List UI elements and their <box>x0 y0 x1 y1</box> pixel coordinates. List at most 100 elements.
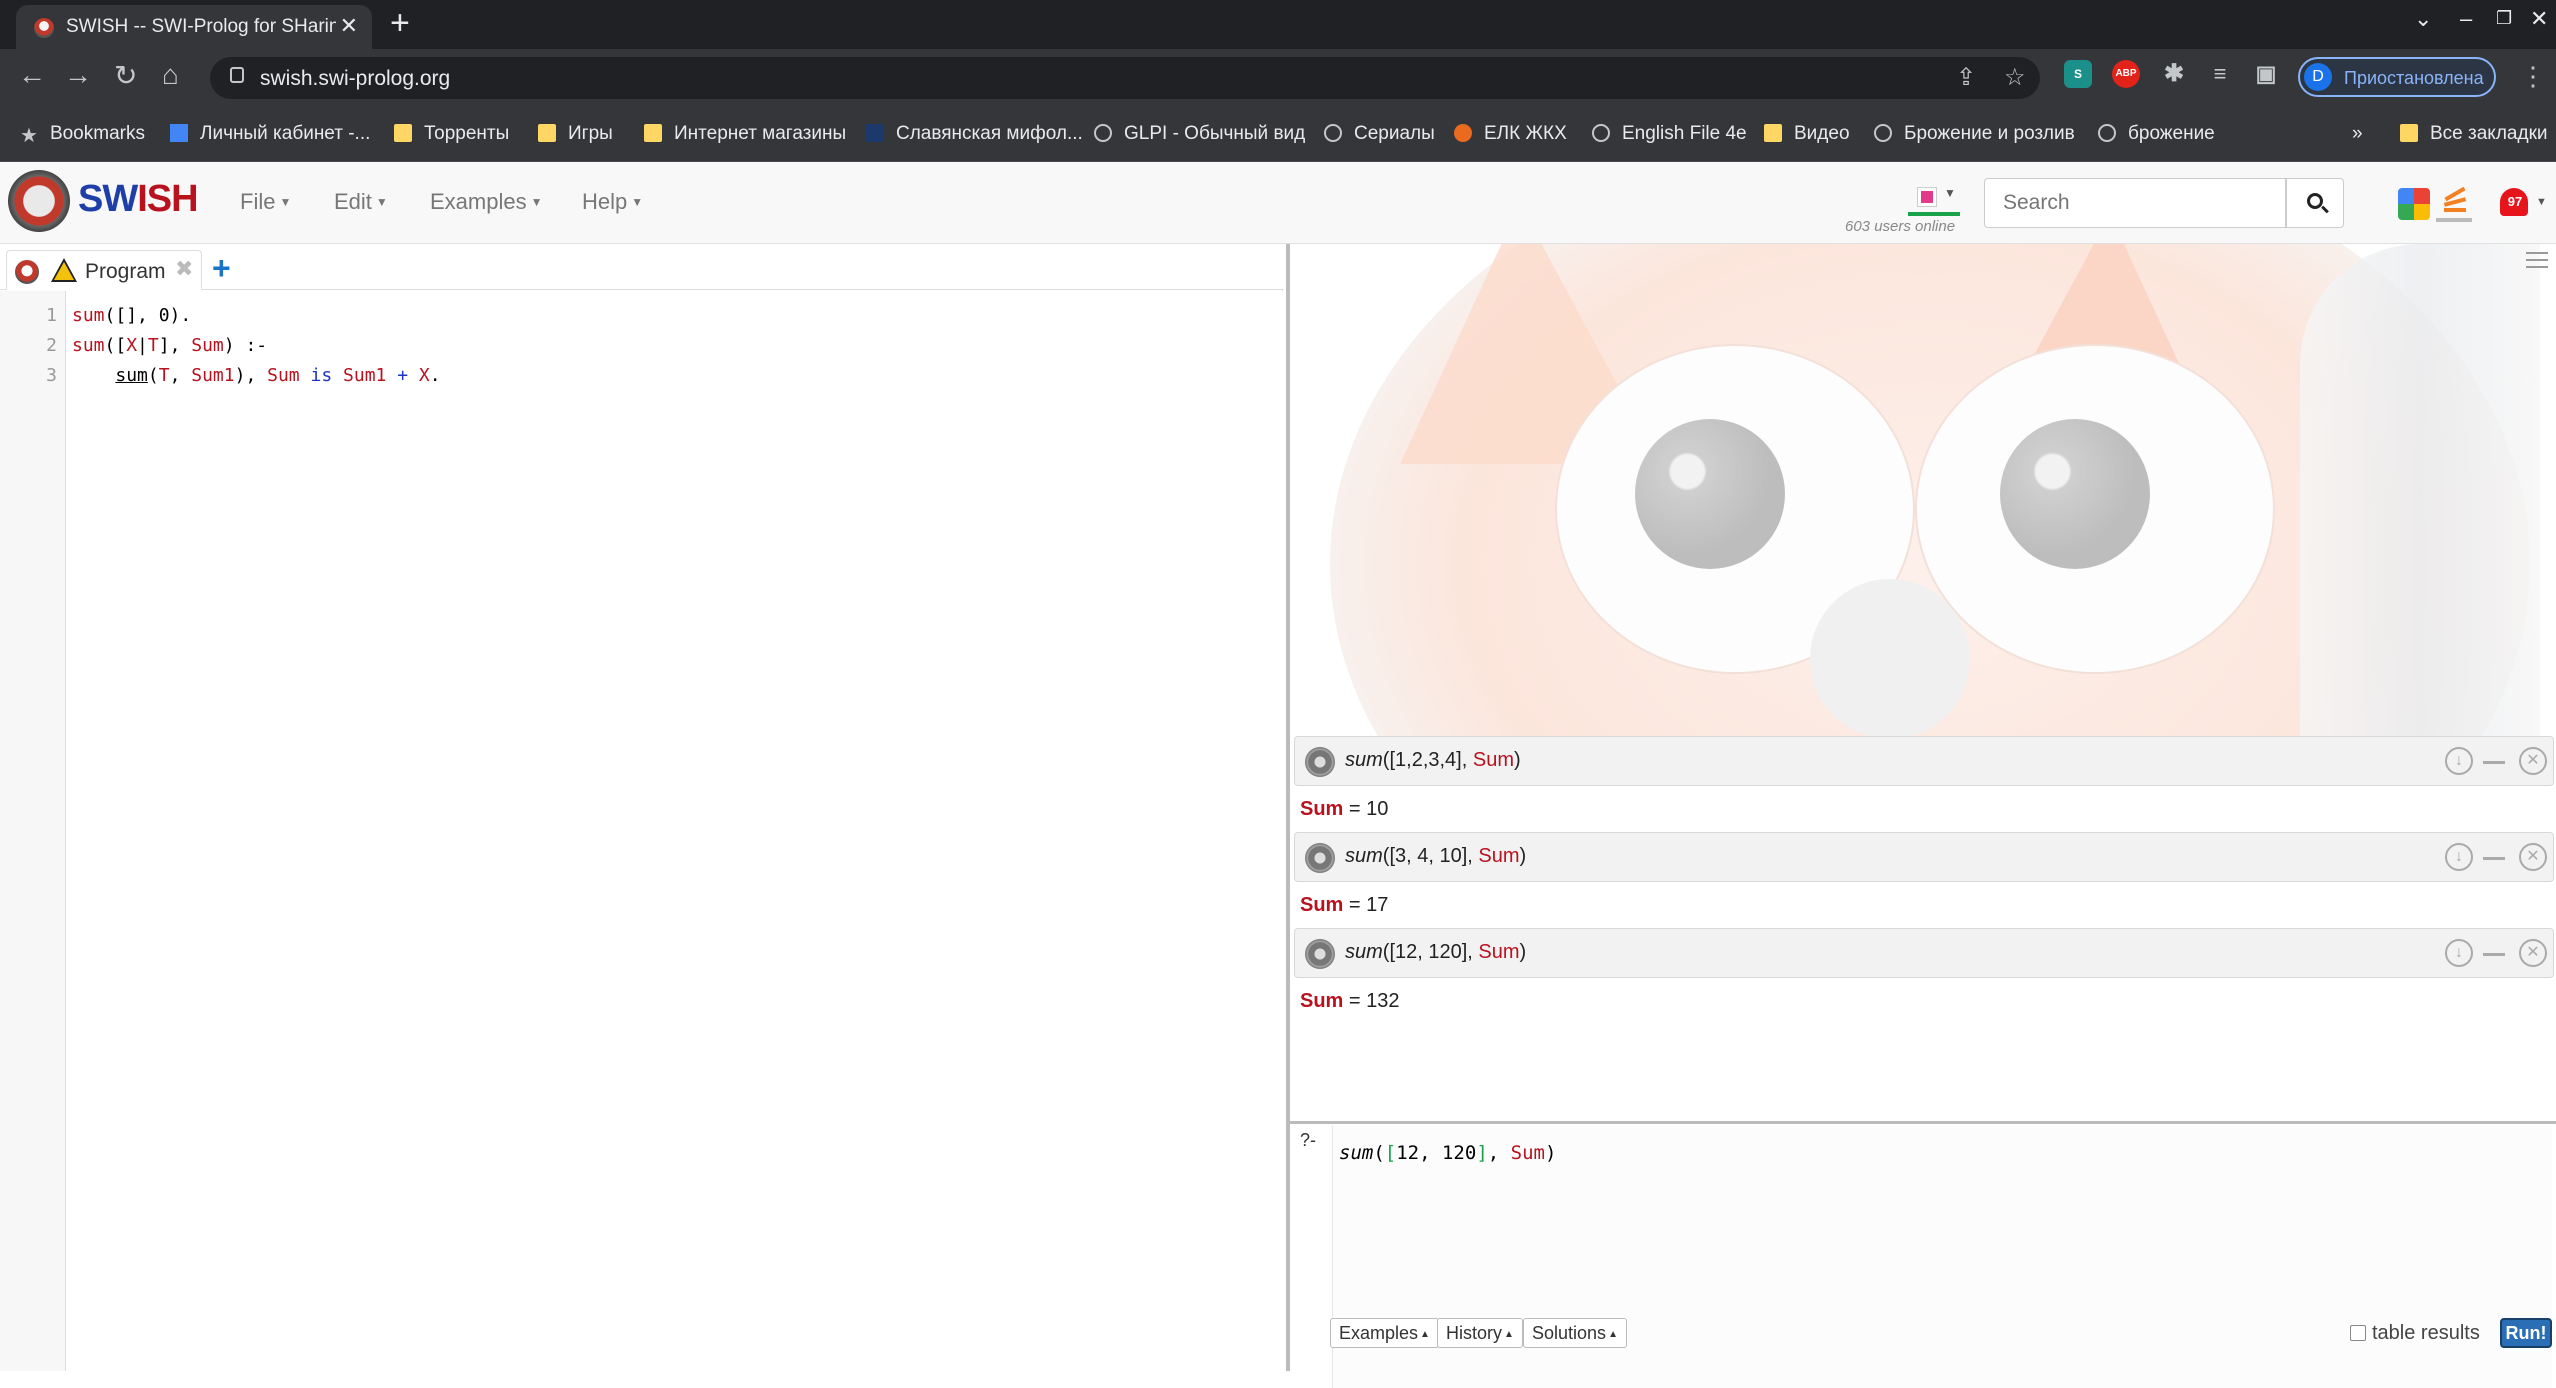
extensions-puzzle-icon[interactable]: ✱ <box>2160 60 2188 88</box>
close-icon[interactable]: ✕ <box>2519 939 2547 967</box>
bookmark-item[interactable]: Сериалы <box>1324 123 1435 145</box>
code-editor[interactable]: 1 2 3 sum([], 0). sum([X|T], Sum) :- sum… <box>0 291 1283 1371</box>
menu-file[interactable]: File ▼ <box>240 189 291 215</box>
warning-icon <box>51 258 77 282</box>
close-icon[interactable]: ✕ <box>2519 843 2547 871</box>
swish-favicon-icon <box>34 18 54 38</box>
search-field[interactable] <box>1984 178 2286 228</box>
google-login-icon[interactable] <box>2398 188 2430 220</box>
bookmark-item[interactable]: Игры <box>538 123 613 145</box>
query-text: sum([3, 4, 10], Sum) <box>1345 845 1527 867</box>
bookmark-item[interactable]: GLPI - Обычный вид <box>1094 123 1305 145</box>
tab-program[interactable]: Program ✖ <box>6 250 202 290</box>
address-bar[interactable]: swish.swi-prolog.org ⇪ ☆ <box>210 57 2040 99</box>
lock-icon[interactable] <box>230 67 244 83</box>
profile-avatar: D <box>2304 63 2332 91</box>
download-icon[interactable]: ↓ <box>2445 747 2473 775</box>
code-line[interactable]: sum([X|T], Sum) :- <box>72 335 267 356</box>
menu-edit[interactable]: Edit ▼ <box>334 189 388 215</box>
bookmark-item[interactable]: ЕЛК ЖКХ <box>1454 123 1567 145</box>
share-icon[interactable]: ⇪ <box>1956 63 1976 92</box>
bookmark-item[interactable]: Интернет магазины <box>644 123 846 145</box>
swish-owl-logo-icon[interactable] <box>8 170 70 232</box>
answer-row: Sum = 132 <box>1300 990 1400 1012</box>
solutions-dropdown[interactable]: Solutions ▲ <box>1523 1318 1627 1348</box>
reload-icon[interactable]: ↻ <box>114 59 137 92</box>
download-icon[interactable]: ↓ <box>2445 843 2473 871</box>
all-bookmarks[interactable]: Все закладки <box>2400 123 2548 145</box>
code-line[interactable]: sum([], 0). <box>72 305 191 326</box>
restore-icon[interactable]: ❐ <box>2496 8 2512 29</box>
run-button[interactable]: Run! <box>2500 1318 2552 1348</box>
extension-s-icon[interactable]: S <box>2064 60 2092 88</box>
add-tab-icon[interactable]: + <box>212 250 231 287</box>
home-icon[interactable]: ⌂ <box>162 59 179 91</box>
chrome-menu-icon[interactable]: ⋮ <box>2520 61 2546 92</box>
browser-tab[interactable]: SWISH -- SWI-Prolog for SHaring ✕ <box>16 5 372 49</box>
close-tab-icon[interactable]: ✖ <box>175 256 193 282</box>
close-icon[interactable]: ✕ <box>2519 747 2547 775</box>
caret-up-icon: ▲ <box>1608 1329 1618 1340</box>
bookmark-item[interactable]: Личный кабинет -... <box>170 123 370 145</box>
search-button[interactable] <box>2286 178 2344 228</box>
notifications-bell-icon[interactable]: 97 ▼ <box>2496 182 2547 222</box>
side-panel-icon[interactable]: ▣ <box>2252 60 2280 88</box>
query-header[interactable]: sum([1,2,3,4], Sum) ↓ ✕ <box>1294 736 2554 786</box>
minimize-icon[interactable] <box>2483 857 2505 860</box>
gear-icon <box>1305 843 1335 873</box>
query-line[interactable]: sum([12, 120], Sum) <box>1339 1142 1556 1164</box>
table-results-toggle[interactable]: table results <box>2350 1322 2480 1345</box>
swish-owl-icon <box>15 260 39 284</box>
query-input[interactable]: sum([12, 120], Sum) <box>1332 1126 2552 1388</box>
query-text: sum([12, 120], Sum) <box>1345 941 1527 963</box>
caret-up-icon: ▲ <box>1504 1329 1514 1340</box>
bookmark-item[interactable]: Славянская мифол... <box>866 123 1083 145</box>
user-avatar-dropdown[interactable]: ▼ <box>1908 180 1960 216</box>
swish-logo[interactable]: SWISH <box>78 178 199 221</box>
url-text[interactable]: swish.swi-prolog.org <box>260 67 450 91</box>
forward-icon[interactable]: → <box>64 59 92 91</box>
history-dropdown[interactable]: History ▲ <box>1437 1318 1523 1348</box>
tab-search-chevron-icon[interactable]: ⌄ <box>2414 6 2432 32</box>
bookmark-item[interactable]: ★ Bookmarks <box>20 123 145 148</box>
answer-row: Sum = 10 <box>1300 798 1389 820</box>
user-avatar-icon <box>1917 187 1937 207</box>
close-window-icon[interactable]: ✕ <box>2530 6 2548 32</box>
minimize-icon[interactable] <box>2483 953 2505 956</box>
site-icon <box>1454 124 1472 142</box>
bookmark-star-icon[interactable]: ☆ <box>2004 63 2026 92</box>
folder-icon <box>1764 124 1782 142</box>
bookmark-item[interactable]: Брожение и розлив <box>1874 123 2075 145</box>
caret-up-icon: ▲ <box>1420 1329 1430 1340</box>
menu-examples[interactable]: Examples ▼ <box>430 189 542 215</box>
adblock-icon[interactable]: ABP <box>2112 60 2140 88</box>
caret-down-icon: ▼ <box>631 195 644 209</box>
search-input[interactable] <box>1985 179 2285 227</box>
browser-tab-title: SWISH -- SWI-Prolog for SHaring <box>66 16 336 37</box>
query-header[interactable]: sum([3, 4, 10], Sum) ↓ ✕ <box>1294 832 2554 882</box>
profile-button[interactable]: D Приостановлена <box>2298 57 2496 97</box>
back-icon[interactable]: ← <box>18 59 46 91</box>
bookmarks-overflow-icon[interactable]: » <box>2352 123 2363 145</box>
answer-row: Sum = 17 <box>1300 894 1389 916</box>
menu-help[interactable]: Help ▼ <box>582 189 643 215</box>
new-tab-icon[interactable]: + <box>390 4 410 43</box>
minimize-icon[interactable]: – <box>2460 6 2472 32</box>
code-line[interactable]: sum(T, Sum1), Sum is Sum1 + X. <box>72 365 440 386</box>
close-tab-icon[interactable]: ✕ <box>340 13 358 39</box>
hamburger-menu-icon[interactable] <box>2526 252 2548 273</box>
minimize-icon[interactable] <box>2483 761 2505 764</box>
bookmark-item[interactable]: English File 4e <box>1592 123 1747 145</box>
bookmark-item[interactable]: Торренты <box>394 123 509 145</box>
examples-dropdown[interactable]: Examples ▲ <box>1330 1318 1439 1348</box>
results-pane: sum([1,2,3,4], Sum) ↓ ✕ Sum = 10 sum([3,… <box>1286 244 2556 1388</box>
caret-down-icon: ▼ <box>279 195 292 209</box>
bookmark-item[interactable]: Видео <box>1764 123 1850 145</box>
download-icon[interactable]: ↓ <box>2445 939 2473 967</box>
stackoverflow-icon[interactable] <box>2436 186 2472 222</box>
table-results-checkbox[interactable] <box>2350 1325 2366 1341</box>
caret-down-icon: ▼ <box>2536 196 2547 208</box>
media-control-icon[interactable]: ≡ <box>2206 60 2234 88</box>
bookmark-item[interactable]: брожение <box>2098 123 2215 145</box>
query-header[interactable]: sum([12, 120], Sum) ↓ ✕ <box>1294 928 2554 978</box>
